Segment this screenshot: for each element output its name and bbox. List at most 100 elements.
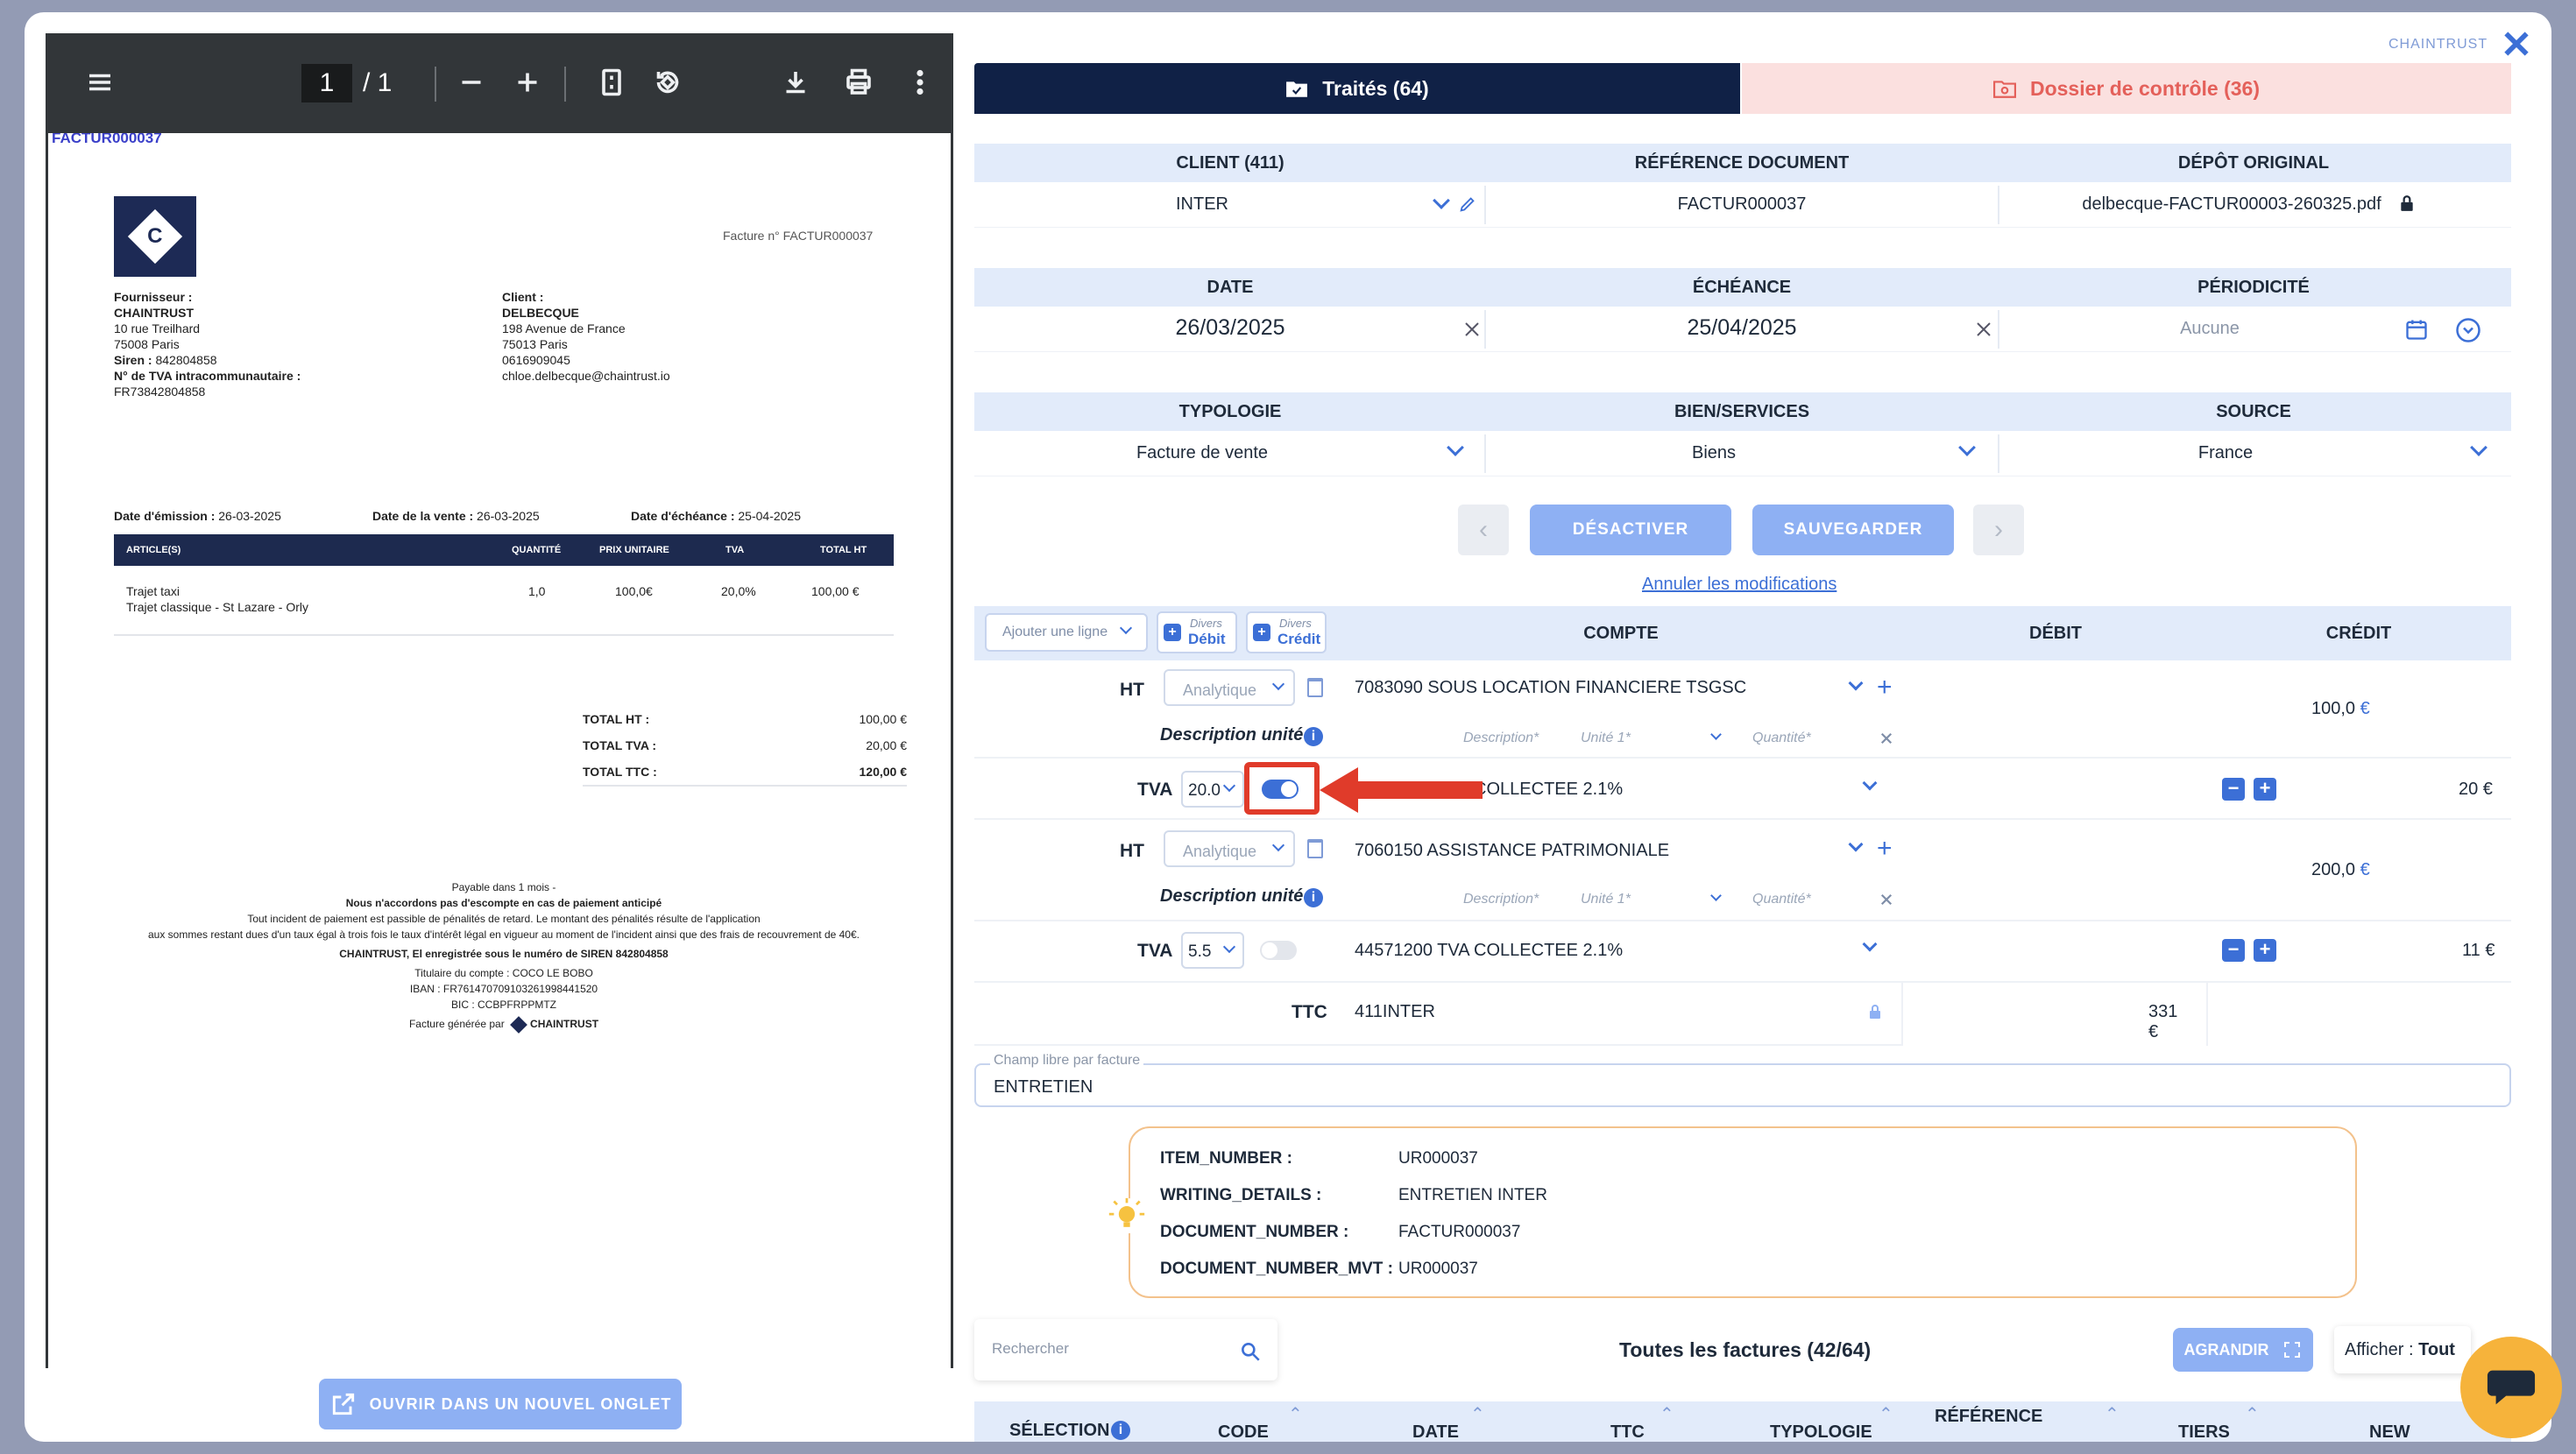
unit-input[interactable]: Unité 1*	[1581, 892, 1631, 907]
chat-button[interactable]	[2460, 1337, 2562, 1438]
sort-icon[interactable]: ⌃	[2105, 1403, 2120, 1425]
vat-rate-select[interactable]: 5.5	[1181, 932, 1244, 969]
print-icon[interactable]	[836, 60, 881, 105]
periodicity-dropdown-icon[interactable]	[2455, 317, 2481, 343]
edit-icon[interactable]	[1458, 194, 1477, 214]
info-icon[interactable]: i	[1304, 727, 1323, 746]
account-select[interactable]: 7083090 SOUS LOCATION FINANCIERE TSGSC	[1355, 678, 1746, 698]
invoice-item: Trajet taxi Trajet classique - St Lazare…	[126, 584, 308, 614]
account-select[interactable]: 7060150 ASSISTANCE PATRIMONIALE	[1355, 841, 1669, 861]
next-button[interactable]: ›	[1973, 505, 2024, 555]
menu-icon[interactable]	[77, 60, 123, 105]
column-tiers[interactable]: TIERS	[2178, 1422, 2230, 1443]
due-date-input[interactable]: 25/04/2025	[1687, 315, 1796, 341]
item-qty: 1,0	[528, 584, 546, 598]
sort-icon[interactable]: ⌃	[1288, 1403, 1303, 1425]
column-ttc[interactable]: TTC	[1610, 1422, 1645, 1443]
decrease-vat-button[interactable]: −	[2222, 939, 2245, 962]
chevron-down-icon[interactable]	[1848, 836, 1864, 852]
vat-toggle[interactable]	[1260, 941, 1297, 960]
item-tva: 20,0%	[721, 584, 756, 598]
account-select[interactable]: 44571200 TVA COLLECTEE 2.1%	[1355, 941, 1623, 961]
previous-button[interactable]: ‹	[1458, 505, 1509, 555]
sort-icon[interactable]: ⌃	[1879, 1403, 1893, 1425]
search-input[interactable]: Rechercher	[974, 1319, 1277, 1380]
info-icon[interactable]: i	[1111, 1421, 1130, 1440]
more-vertical-icon[interactable]	[897, 60, 943, 105]
add-row-icon[interactable]: +	[1877, 836, 1893, 862]
page-total: / 1	[363, 68, 393, 97]
column-date[interactable]: DATE	[1412, 1422, 1459, 1443]
tab-control[interactable]: Dossier de contrôle (36)	[1742, 63, 2511, 114]
goods-services-select[interactable]: Biens	[1692, 443, 1736, 463]
description-input[interactable]: Description*	[1463, 892, 1539, 907]
brand-label: CHAINTRUST	[2388, 37, 2488, 52]
open-new-tab-button[interactable]: OUVRIR DANS UN NOUVEL ONGLET	[319, 1379, 682, 1429]
clear-icon[interactable]	[1879, 892, 1894, 907]
calendar-icon[interactable]	[2404, 317, 2429, 342]
column-code[interactable]: CODE	[1218, 1422, 1269, 1443]
sort-icon[interactable]: ⌃	[1470, 1403, 1485, 1425]
chevron-down-icon[interactable]	[2470, 439, 2488, 456]
save-button[interactable]: SAUVEGARDER	[1752, 505, 1954, 555]
close-icon[interactable]	[2499, 26, 2534, 61]
download-icon[interactable]	[773, 60, 818, 105]
description-input[interactable]: Description*	[1463, 731, 1539, 746]
sort-icon[interactable]: ⌃	[2245, 1403, 2260, 1425]
column-selection[interactable]: SÉLECTION	[1009, 1421, 1109, 1441]
quantity-input[interactable]: Quantité*	[1752, 892, 1811, 907]
date-input[interactable]: 26/03/2025	[1175, 315, 1284, 341]
display-filter-select[interactable]: Afficher : Tout	[2334, 1326, 2471, 1373]
clear-icon[interactable]	[1879, 731, 1894, 746]
add-row-icon[interactable]: +	[1877, 674, 1893, 701]
misc-credit-button[interactable]: + Divers Crédit	[1246, 611, 1327, 653]
increase-vat-button[interactable]: +	[2254, 778, 2276, 801]
credit-amount: 20 €	[2459, 780, 2493, 799]
clear-due-date-icon[interactable]	[1973, 319, 1994, 340]
chevron-down-icon[interactable]	[1862, 936, 1878, 952]
tab-processed[interactable]: Traités (64)	[974, 63, 1740, 114]
typology-header: TYPOLOGIE BIEN/SERVICES SOURCE	[974, 392, 2511, 431]
page-number-input[interactable]: 1	[301, 64, 352, 102]
fit-page-icon[interactable]	[589, 60, 634, 105]
invoice-title: Facture n° FACTUR000037	[723, 229, 874, 243]
free-field-input[interactable]: Champ libre par facture ENTRETIEN	[974, 1053, 2511, 1107]
chevron-down-icon[interactable]	[1958, 439, 1976, 456]
misc-debit-button[interactable]: + Divers Débit	[1157, 611, 1237, 653]
zoom-in-icon[interactable]	[505, 60, 550, 105]
chevron-down-icon[interactable]	[1447, 439, 1464, 456]
chevron-down-icon[interactable]	[1848, 675, 1864, 691]
typology-select[interactable]: Facture de vente	[1136, 443, 1268, 463]
decrease-vat-button[interactable]: −	[2222, 778, 2245, 801]
credit-amount: 100,0 €	[2311, 699, 2370, 718]
source-select[interactable]: France	[2198, 443, 2253, 463]
sort-icon[interactable]: ⌃	[1660, 1403, 1674, 1425]
delete-icon[interactable]	[1307, 678, 1323, 697]
original-file[interactable]: delbecque-FACTUR00003-260325.pdf	[2082, 194, 2381, 215]
zoom-out-icon[interactable]	[449, 60, 494, 105]
chevron-down-icon[interactable]	[1433, 192, 1450, 209]
client-ref-values: INTER FACTUR000037 delbecque-FACTUR00003…	[974, 182, 2511, 228]
deactivate-button[interactable]: DÉSACTIVER	[1530, 505, 1731, 555]
rotate-icon[interactable]	[645, 60, 690, 105]
unit-input[interactable]: Unité 1*	[1581, 731, 1631, 746]
column-typology[interactable]: TYPOLOGIE	[1770, 1422, 1872, 1443]
clear-date-icon[interactable]	[1461, 319, 1483, 340]
entry-row-tva: TVA 20.0 44571200 TVA COLLECTEE 2.1% − +…	[974, 759, 2511, 820]
column-new[interactable]: NEW	[2369, 1422, 2410, 1443]
quantity-input[interactable]: Quantité*	[1752, 731, 1811, 746]
search-icon[interactable]	[1239, 1340, 1262, 1363]
periodicity-value: Aucune	[2180, 319, 2240, 338]
info-icon[interactable]: i	[1304, 888, 1323, 907]
vat-rate-select[interactable]: 20.0	[1181, 771, 1244, 808]
client-select[interactable]: INTER	[1176, 194, 1228, 215]
delete-icon[interactable]	[1307, 839, 1323, 858]
increase-vat-button[interactable]: +	[2254, 939, 2276, 962]
item-total: 100,00 €	[811, 584, 860, 598]
column-reference[interactable]: RÉFÉRENCE	[1935, 1407, 2042, 1427]
chevron-down-icon[interactable]	[1862, 775, 1878, 791]
toolbar-divider	[564, 67, 566, 102]
cancel-changes-link[interactable]: Annuler les modifications	[1642, 575, 1836, 595]
expand-button[interactable]: AGRANDIR	[2173, 1328, 2313, 1372]
toolbar-divider	[435, 67, 436, 102]
